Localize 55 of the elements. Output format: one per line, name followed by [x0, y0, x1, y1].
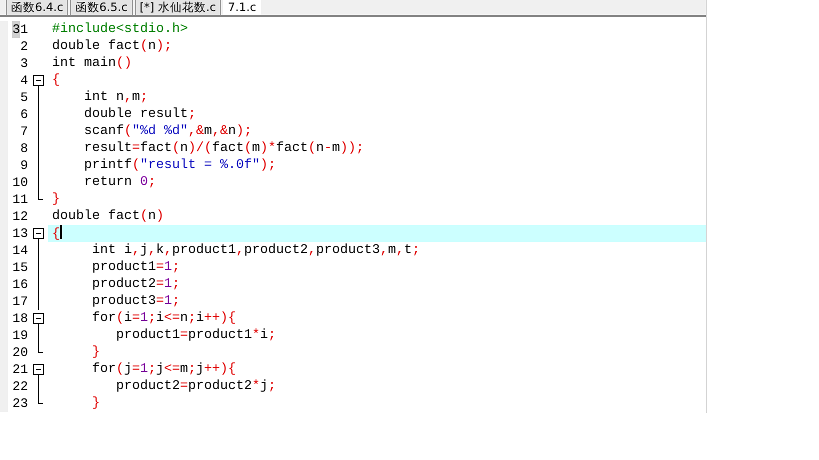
line-number: 5 [20, 89, 28, 106]
line-number: 10 [12, 174, 28, 191]
code-line: scanf("%d %d",&m,&n); [82, 123, 252, 140]
line-number: 8 [20, 140, 28, 157]
line-number: 1 [20, 21, 28, 38]
line-number: 16 [12, 276, 28, 293]
code-line: for(i=1;i<=n;i++){ [90, 310, 236, 327]
line-number: 3 [20, 55, 28, 72]
line-number: 18 [12, 310, 28, 327]
line-number: 7 [20, 123, 28, 140]
line-number: 20 [12, 344, 28, 361]
code-line: } [90, 344, 100, 361]
code-line: int i,j,k,product1,product2,product3,m,t; [90, 242, 420, 259]
code-line: } [90, 395, 100, 412]
line-number: 21 [12, 361, 28, 378]
code-line: product3=1; [90, 293, 180, 310]
code-line: { [51, 225, 62, 242]
file-tab[interactable]: 7.1.c [222, 0, 262, 15]
line-number: 2 [20, 38, 28, 55]
code-line: return 0; [82, 174, 156, 191]
line-number: 23 [12, 395, 28, 412]
file-tab[interactable]: 函数6.5.c [70, 0, 133, 15]
line-number: 17 [12, 293, 28, 310]
line-number: 22 [12, 378, 28, 395]
file-tab[interactable]: [*] 水仙花数.c [134, 0, 221, 15]
code-line: double fact(n); [51, 38, 172, 55]
code-line: double result; [82, 106, 196, 123]
line-number: 6 [20, 106, 28, 123]
code-line: product1=1; [90, 259, 180, 276]
code-line: { [51, 72, 60, 89]
fold-collapse-icon[interactable] [33, 228, 44, 239]
code-line: #include<stdio.h> [51, 21, 188, 38]
code-line: product2=product2*j; [114, 378, 276, 395]
code-line: product2=1; [90, 276, 180, 293]
line-number: 14 [12, 242, 28, 259]
line-number: 19 [12, 327, 28, 344]
line-number: 11 [12, 191, 28, 208]
line-number: 13 [12, 225, 28, 242]
code-line: for(j=1;j<=m;j++){ [90, 361, 236, 378]
bookmark-marker: 3 [12, 21, 20, 38]
code-line: } [51, 191, 60, 208]
code-line: double fact(n) [51, 208, 164, 225]
line-number: 12 [12, 208, 28, 225]
line-number: 4 [20, 72, 28, 89]
code-line: printf("result = %.0f"); [82, 157, 276, 174]
fold-collapse-icon[interactable] [33, 313, 44, 324]
fold-collapse-icon[interactable] [33, 75, 44, 86]
line-number: 9 [20, 157, 28, 174]
code-line: int main() [51, 55, 132, 72]
code-line: result=fact(n)/(fact(m)*fact(n-m)); [82, 140, 364, 157]
fold-collapse-icon[interactable] [33, 364, 44, 375]
code-line: product1=product1*i; [114, 327, 276, 344]
file-tab[interactable]: 函数6.4.c [6, 0, 68, 15]
code-line: int n,m; [82, 89, 148, 106]
line-number: 15 [12, 259, 28, 276]
